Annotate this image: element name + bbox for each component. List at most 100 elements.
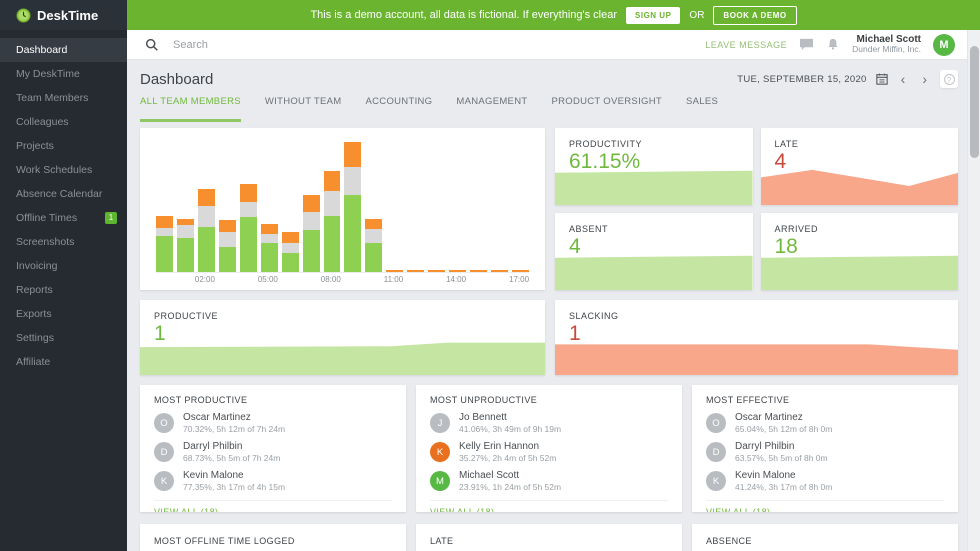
bar-segment-productive (156, 235, 173, 272)
sidebar-item-exports[interactable]: Exports (0, 302, 127, 326)
list-item[interactable]: K Kelly Erin Hannon 35.27%, 2h 4m of 5h 52… (430, 441, 668, 463)
sidebar-item-work-schedules[interactable]: Work Schedules (0, 158, 127, 182)
x-tick-label (301, 275, 316, 284)
user-menu[interactable]: Michael Scott Dunder Miffin, Inc. (852, 34, 921, 55)
person-name: Oscar Martinez (735, 412, 803, 423)
chart-bar-04:00 (239, 183, 257, 272)
stat-value: 1 (569, 322, 581, 345)
team-tabs: ALL TEAM MEMBERS WITHOUT TEAM ACCOUNTING MA… (140, 96, 958, 122)
view-all-link[interactable]: VIEW ALL (18) (154, 499, 392, 512)
x-tick-label (175, 275, 190, 284)
list-item[interactable]: D Darryl Philbin 68.73%, 5h 5m of 7h 24m (154, 441, 392, 463)
stacked-bar-chart (156, 140, 529, 272)
bar-segment-neutral (281, 243, 299, 253)
scrollbar-thumb[interactable] (970, 46, 979, 158)
person-name: Oscar Martinez (183, 412, 251, 423)
help-button[interactable]: ? (940, 70, 958, 88)
productivity-bar-chart-card: 02:00 05:00 08:00 11:00 14:00 17:00 (140, 128, 545, 290)
brand-logo[interactable]: DeskTime (0, 0, 127, 30)
sidebar-item-label: Reports (16, 284, 53, 296)
avatar: O (706, 413, 726, 434)
date-next-button[interactable]: › (918, 72, 931, 86)
date-label[interactable]: TUE, SEPTEMBER 15, 2020 (737, 74, 866, 85)
chart-bar-08:00 (323, 170, 341, 272)
list-item[interactable]: K Kevin Malone 41.24%, 3h 17m of 8h 0m (706, 470, 944, 492)
sidebar-item-my-desktime[interactable]: My DeskTime (0, 62, 127, 86)
stat-card-productivity: PRODUCTIVITY 61.15% (555, 128, 753, 205)
view-all-link[interactable]: VIEW ALL (18) (430, 499, 668, 512)
view-all-link[interactable]: VIEW ALL (18) (706, 499, 944, 512)
sign-up-button[interactable]: SIGN UP (626, 6, 681, 24)
list-item[interactable]: O Oscar Martinez 65.04%, 5h 12m of 8h 0m (706, 412, 944, 434)
list-item[interactable]: J Jo Bennett 41.06%, 3h 49m of 9h 19m (430, 412, 668, 434)
person-text: Michael Scott 23.91%, 1h 24m of 5h 52m (459, 470, 561, 492)
message-icon[interactable] (799, 38, 814, 51)
bar-segment-productive (365, 243, 383, 272)
list-item[interactable]: K Kevin Malone 77.35%, 3h 17m of 4h 15m (154, 470, 392, 492)
bell-icon[interactable] (826, 37, 840, 52)
person-text: Jo Bennett 41.06%, 3h 49m of 9h 19m (459, 412, 561, 434)
person-detail: 65.04%, 5h 12m of 8h 0m (735, 424, 833, 434)
sidebar-item-dashboard[interactable]: Dashboard (0, 38, 127, 62)
sidebar-item-projects[interactable]: Projects (0, 134, 127, 158)
sidebar-item-label: Colleagues (16, 116, 69, 128)
search-input[interactable] (173, 38, 473, 51)
x-tick-label (427, 275, 442, 284)
user-avatar[interactable]: M (933, 33, 955, 56)
sidebar-item-team-members[interactable]: Team Members (0, 86, 127, 110)
person-name: Kelly Erin Hannon (459, 441, 540, 453)
list-item[interactable]: D Darryl Philbin 63.57%, 5h 5m of 8h 0m (706, 441, 944, 463)
x-tick-label (470, 275, 485, 284)
stat-label: SLACKING (569, 311, 619, 321)
tab-management[interactable]: MANAGEMENT (456, 96, 527, 122)
x-tick-label: 08:00 (320, 275, 341, 284)
bar-segment-unproductive (281, 231, 299, 244)
stats-grid: PRODUCTIVITY 61.15% LATE 4 ABSENT 4 ARRIVED 18 (555, 128, 958, 290)
sidebar-item-offline-times[interactable]: Offline Times 1 (0, 206, 127, 230)
person-text: Kelly Erin Hannon 35.27%, 2h 4m of 5h 52m (459, 441, 556, 463)
sidebar-item-affiliate[interactable]: Affiliate (0, 350, 127, 374)
avatar: J (430, 413, 450, 434)
bar-segment-unproductive (260, 223, 278, 235)
list-item[interactable]: M Michael Scott 23.91%, 1h 24m of 5h 52m (430, 470, 668, 492)
people-lists-row: MOST PRODUCTIVE O Oscar Martinez 70.32%, 5h… (140, 385, 958, 512)
x-tick-label (364, 275, 379, 284)
date-prev-button[interactable]: ‹ (897, 72, 910, 86)
leave-message-link[interactable]: LEAVE MESSAGE (705, 40, 787, 50)
search-icon[interactable] (145, 38, 159, 52)
sidebar-nav: Dashboard My DeskTime Team Members Colleagu… (0, 30, 127, 374)
sidebar-item-colleagues[interactable]: Colleagues (0, 110, 127, 134)
list-card-most-effective: MOST EFFECTIVE O Oscar Martinez 65.04%, 5h … (692, 385, 958, 512)
tab-all-team-members[interactable]: ALL TEAM MEMBERS (140, 96, 241, 122)
scrollbar-track[interactable] (967, 30, 980, 551)
list-item[interactable]: O Oscar Martinez 70.32%, 5h 12m of 7h 24m (154, 412, 392, 434)
bottom-card-absence: ABSENCE (692, 524, 958, 551)
person-name: Jo Bennett (459, 412, 507, 423)
book-a-demo-button[interactable]: BOOK A DEMO (713, 5, 797, 25)
sidebar-item-screenshots[interactable]: Screenshots (0, 230, 127, 254)
tab-accounting[interactable]: ACCOUNTING (366, 96, 433, 122)
sidebar-item-label: Team Members (16, 92, 89, 104)
desktime-app: DeskTime Dashboard My DeskTime Team Member… (0, 0, 980, 551)
tab-product-oversight[interactable]: PRODUCT OVERSIGHT (551, 96, 662, 122)
bar-segment-unproductive (218, 220, 236, 232)
tab-sales[interactable]: SALES (686, 96, 718, 122)
bar-segment-neutral (176, 225, 194, 239)
sidebar-item-settings[interactable]: Settings (0, 326, 127, 350)
sidebar-item-label: My DeskTime (16, 68, 80, 80)
bar-segment-productive (218, 247, 236, 272)
sidebar-item-absence-calendar[interactable]: Absence Calendar (0, 182, 127, 206)
calendar-icon[interactable] (875, 73, 888, 85)
sidebar-item-invoicing[interactable]: Invoicing (0, 254, 127, 278)
sidebar-item-label: Invoicing (16, 260, 58, 272)
demo-banner: This is a demo account, all data is fict… (127, 0, 980, 30)
bar-segment-unproductive (323, 170, 341, 192)
x-tick-label (238, 275, 253, 284)
sidebar-item-reports[interactable]: Reports (0, 278, 127, 302)
person-text: Kevin Malone 77.35%, 3h 17m of 4h 15m (183, 470, 285, 492)
sidebar-item-label: Offline Times (16, 212, 78, 224)
bar-segment-productive (344, 195, 362, 272)
tab-without-team[interactable]: WITHOUT TEAM (265, 96, 342, 122)
x-tick-label (282, 275, 297, 284)
x-tick-label (345, 275, 360, 284)
